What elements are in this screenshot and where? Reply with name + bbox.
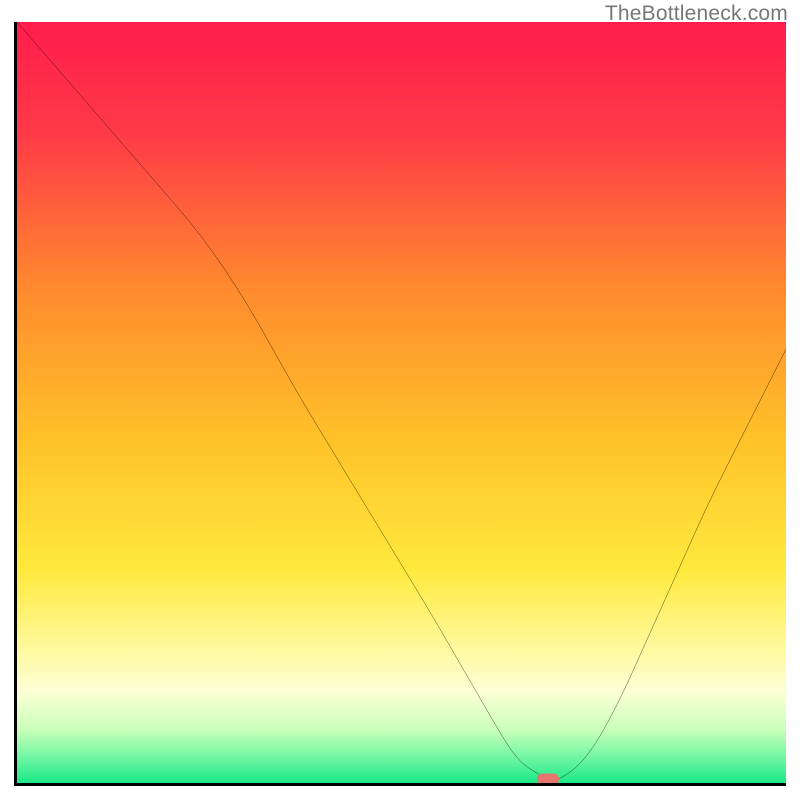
bottleneck-curve [17, 22, 786, 783]
chart-canvas: TheBottleneck.com [0, 0, 800, 800]
optimal-marker-icon [537, 774, 559, 785]
watermark-text: TheBottleneck.com [605, 2, 788, 26]
plot-area [14, 22, 786, 786]
